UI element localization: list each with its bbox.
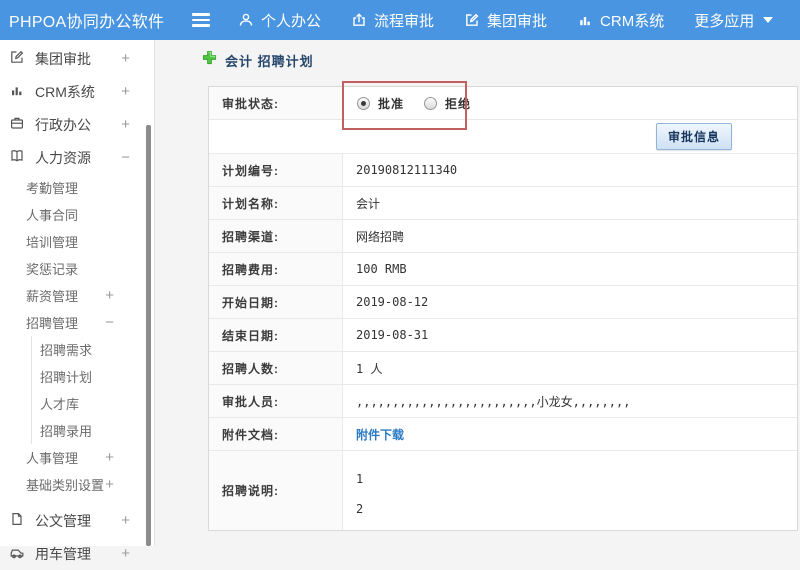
page-title: 会计 招聘计划 [202, 50, 314, 70]
field-label: 附件文档: [209, 418, 343, 450]
table-row: 计划编号: 20190812111340 [209, 154, 797, 187]
sidebar-item-hr[interactable]: 人力资源 − [0, 141, 154, 174]
approval-button-row: 审批信息 [209, 120, 797, 154]
document-icon [9, 511, 25, 530]
sidebar-item-document-mgmt[interactable]: 公文管理 + [0, 504, 154, 537]
expand-toggle[interactable]: − [105, 314, 114, 331]
sidebar-scrollbar[interactable] [146, 125, 151, 546]
topbar-nav: 个人办公 流程审批 集团审批 CRM系统 更多应用 [238, 10, 774, 31]
field-value: 2019-08-31 [356, 328, 429, 342]
approval-info-button[interactable]: 审批信息 [655, 123, 732, 150]
expand-toggle[interactable]: − [121, 149, 130, 166]
field-label: 招聘渠道: [209, 220, 343, 252]
radio-reject[interactable] [424, 96, 438, 110]
hamburger-menu-icon[interactable] [192, 13, 212, 27]
field-value: 2019-08-12 [356, 295, 429, 309]
sidebar-item-attendance[interactable]: 考勤管理 [0, 174, 154, 201]
add-plus-icon [202, 50, 217, 70]
edit-square-icon [9, 49, 25, 68]
main-content: 会计 招聘计划 审批状态: 批准 拒绝 审批信息 计划编号: 201908121… [155, 40, 800, 546]
app-logo: PHPOA协同办公软件 [9, 14, 165, 31]
user-icon [238, 12, 254, 28]
sidebar-item-recruit-hire[interactable]: 招聘录用 [32, 417, 154, 444]
sidebar: 集团审批 + CRM系统 + 行政办公 + 人力资源 − 考勤管理 人事合同 培… [0, 40, 155, 562]
table-row: 审批人员: ,,,,,,,,,,,,,,,,,,,,,,,,,小龙女,,,,,,… [209, 385, 797, 418]
field-value: 会计 [356, 196, 381, 211]
expand-toggle[interactable]: + [121, 545, 130, 562]
expand-toggle[interactable]: + [121, 512, 130, 529]
table-row: 结束日期: 2019-08-31 [209, 319, 797, 352]
expand-toggle[interactable]: + [121, 116, 130, 133]
field-label: 开始日期: [209, 286, 343, 318]
table-row: 招聘人数: 1 人 [209, 352, 797, 385]
table-row: 计划名称: 会计 [209, 187, 797, 220]
recruit-plan-form: 审批状态: 批准 拒绝 审批信息 计划编号: 20190812111340 计划… [208, 86, 798, 531]
nav-personal-office[interactable]: 个人办公 [238, 10, 321, 31]
field-value: 1 人 [356, 361, 383, 376]
bar-chart-icon [577, 12, 593, 28]
caret-down-icon [763, 17, 774, 23]
attachment-download-link[interactable]: 附件下载 [356, 426, 404, 443]
field-label: 招聘人数: [209, 352, 343, 384]
expand-toggle[interactable]: + [105, 476, 114, 493]
radio-approve[interactable] [357, 96, 370, 110]
briefcase-icon [9, 115, 25, 134]
nav-more-apps[interactable]: 更多应用 [694, 10, 774, 31]
table-row: 开始日期: 2019-08-12 [209, 286, 797, 319]
sidebar-item-talent-pool[interactable]: 人才库 [32, 390, 154, 417]
sidebar-item-personnel-mgmt[interactable]: 人事管理 + [0, 444, 154, 471]
sidebar-item-admin-office[interactable]: 行政办公 + [0, 108, 154, 141]
sidebar-item-base-category[interactable]: 基础类别设置 + [0, 471, 154, 498]
field-value: 100 RMB [356, 262, 407, 276]
sidebar-item-recruit-mgmt[interactable]: 招聘管理 − [0, 309, 154, 336]
field-value: 1 2 [356, 472, 364, 516]
book-icon [9, 148, 25, 167]
nav-crm[interactable]: CRM系统 [577, 10, 664, 31]
expand-toggle[interactable]: + [121, 50, 130, 67]
expand-toggle[interactable]: + [105, 287, 114, 304]
nav-process-approval[interactable]: 流程审批 [351, 10, 434, 31]
approval-status-row: 审批状态: 批准 拒绝 [209, 87, 797, 120]
field-label: 招聘费用: [209, 253, 343, 285]
field-label: 计划编号: [209, 154, 343, 186]
sidebar-item-salary[interactable]: 薪资管理 + [0, 282, 154, 309]
sidebar-item-rewards[interactable]: 奖惩记录 [0, 255, 154, 282]
recruit-submenu: 招聘需求 招聘计划 人才库 招聘录用 [31, 336, 154, 444]
table-row: 招聘费用: 100 RMB [209, 253, 797, 286]
edit-square-icon [464, 12, 480, 28]
sidebar-item-hr-contract[interactable]: 人事合同 [0, 201, 154, 228]
car-icon [9, 544, 25, 563]
approval-radio-group: 批准 拒绝 [343, 95, 483, 112]
bar-chart-icon [9, 82, 25, 101]
sidebar-item-recruit-demand[interactable]: 招聘需求 [32, 336, 154, 363]
table-row: 招聘渠道: 网络招聘 [209, 220, 797, 253]
nav-group-approval[interactable]: 集团审批 [464, 10, 547, 31]
field-label: 审批人员: [209, 385, 343, 417]
field-value: 20190812111340 [356, 163, 458, 177]
sidebar-item-recruit-plan[interactable]: 招聘计划 [32, 363, 154, 390]
sidebar-item-training[interactable]: 培训管理 [0, 228, 154, 255]
expand-toggle[interactable]: + [121, 83, 130, 100]
field-label: 招聘说明: [209, 451, 343, 530]
sidebar-item-group-approval[interactable]: 集团审批 + [0, 42, 154, 75]
sidebar-item-crm[interactable]: CRM系统 + [0, 75, 154, 108]
process-icon [351, 12, 367, 28]
field-value: 网络招聘 [356, 229, 405, 244]
field-label: 审批状态: [209, 87, 343, 119]
table-row-description: 招聘说明: 1 2 [209, 451, 797, 530]
field-value: ,,,,,,,,,,,,,,,,,,,,,,,,,小龙女,,,,,,,, [356, 394, 631, 409]
expand-toggle[interactable]: + [105, 449, 114, 466]
sidebar-item-vehicle-mgmt[interactable]: 用车管理 + [0, 537, 154, 570]
table-row-attachment: 附件文档: 附件下载 [209, 418, 797, 451]
topbar: PHPOA协同办公软件 个人办公 流程审批 集团审批 CRM系统 更多应用 [0, 0, 800, 40]
field-label: 计划名称: [209, 187, 343, 219]
field-label: 结束日期: [209, 319, 343, 351]
